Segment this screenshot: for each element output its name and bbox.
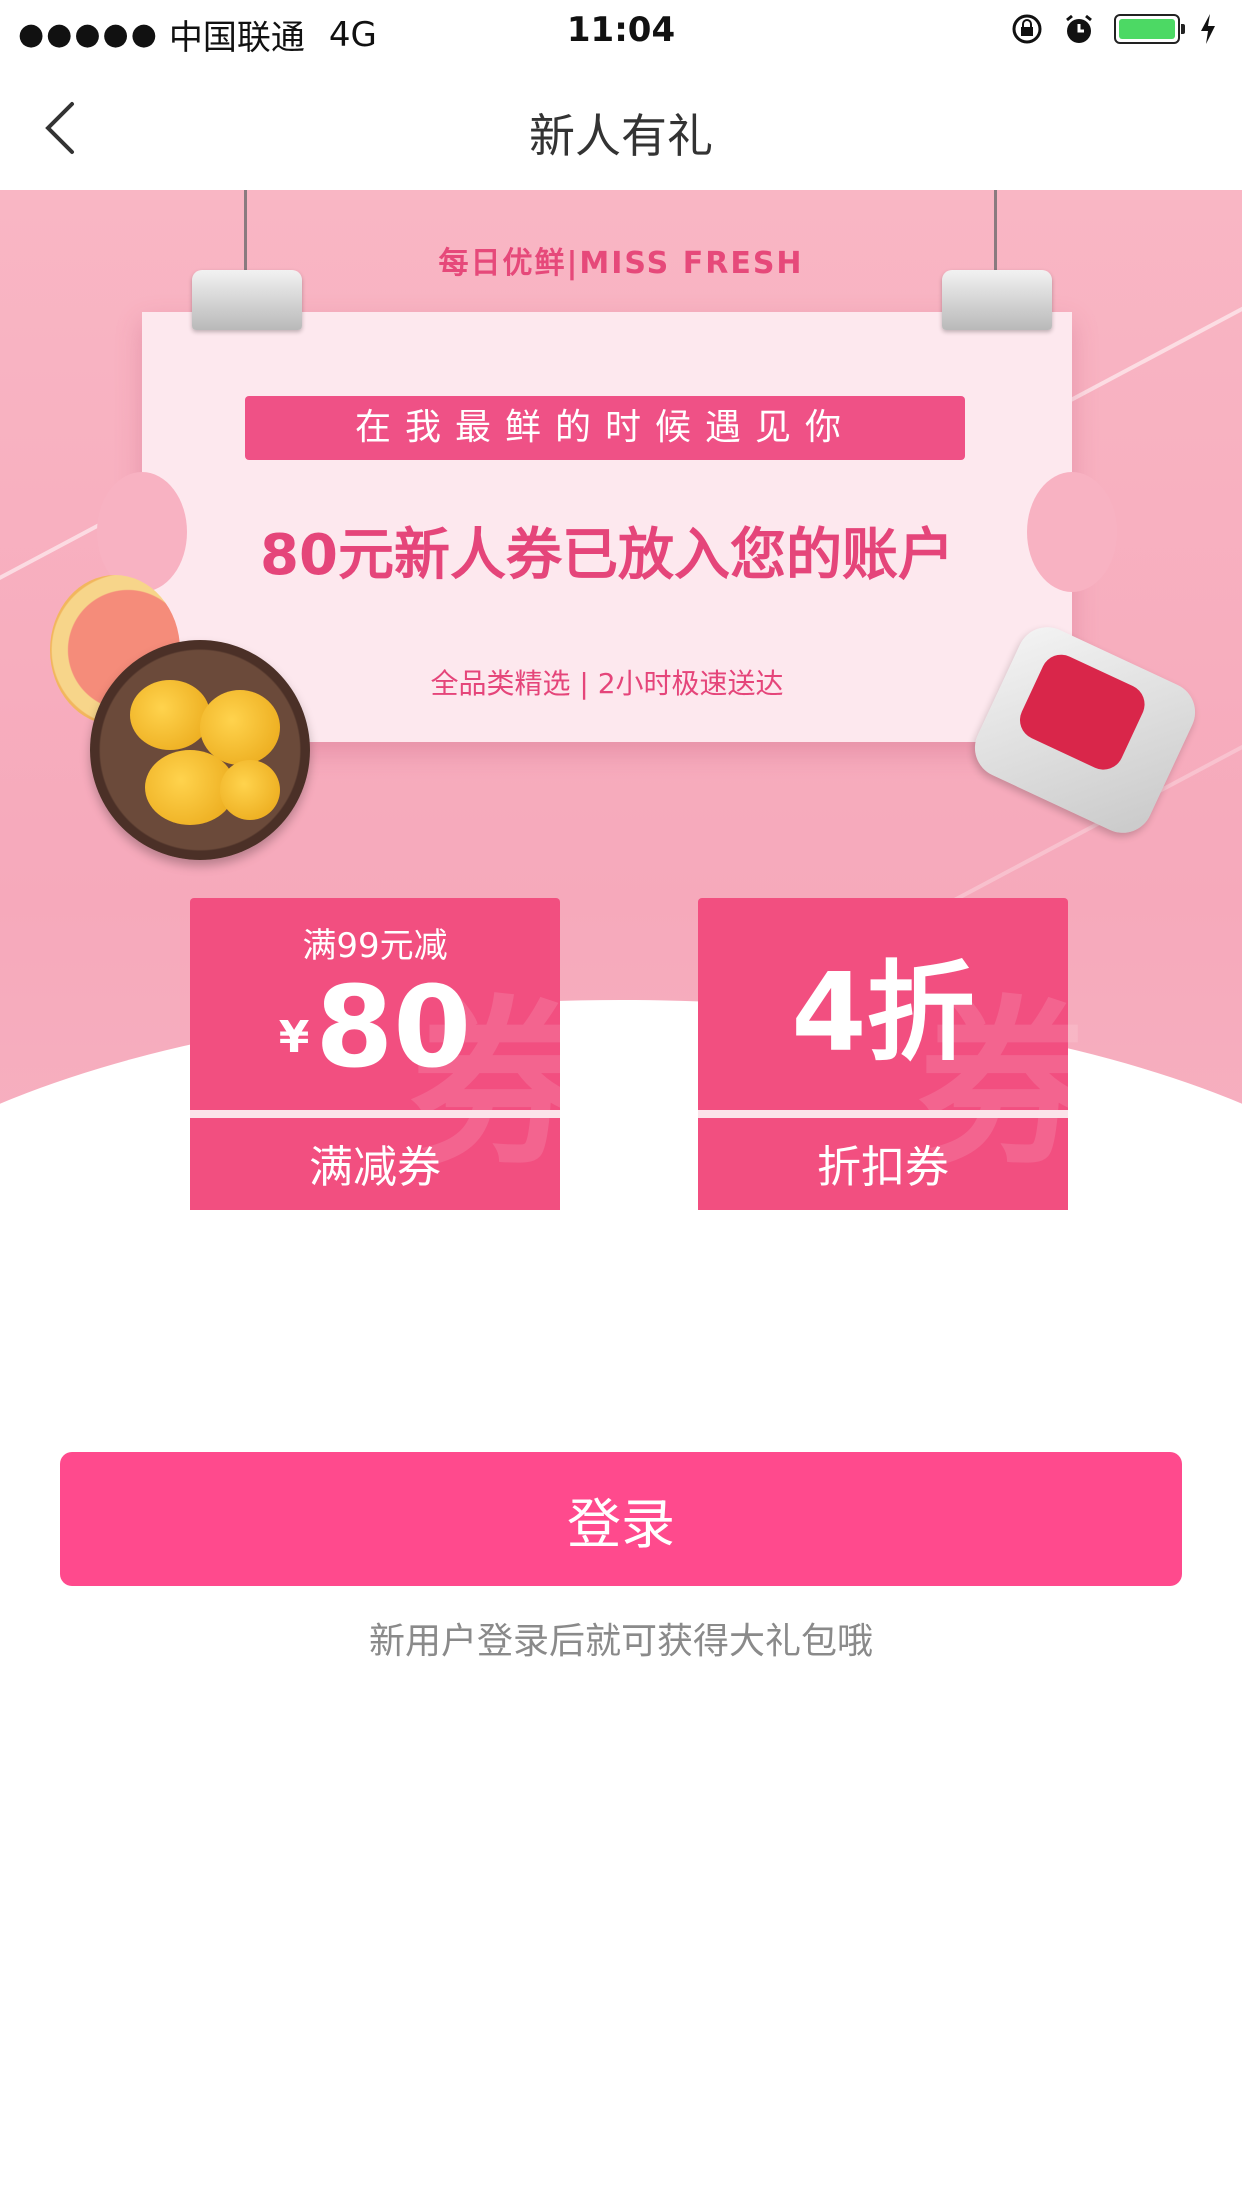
coupon-top: 券 满99元减 ¥80	[190, 898, 590, 1190]
orientation-lock-icon	[1012, 14, 1042, 44]
paper-clip-icon	[942, 270, 1052, 330]
coupon-type-label: 折扣券	[817, 1142, 949, 1193]
coupon-divider	[698, 1110, 1068, 1118]
coupon-condition: 满99元减	[302, 926, 448, 966]
battery-icon	[1114, 14, 1185, 44]
can-label	[1013, 648, 1152, 777]
promo-banner: 每日优鲜|MISS FRESH 在我最鲜的时候遇见你 80元新人券已放入您的账户…	[0, 190, 1242, 1210]
login-button[interactable]: 登录	[60, 1452, 1182, 1586]
login-hint: 新用户登录后就可获得大礼包哦	[368, 1621, 873, 1662]
currency-symbol: ¥	[278, 1012, 310, 1063]
coupon-discount-value: 4折	[791, 951, 975, 1076]
rate-coupon-card: 券 4折 折扣券	[698, 898, 1098, 1210]
charging-icon	[1201, 14, 1215, 44]
status-bar: ●●●●● 中国联通 4G 11:04	[0, 0, 1242, 62]
page-title: 新人有礼	[529, 109, 713, 163]
battery-fill	[1119, 19, 1175, 39]
mango-piece	[200, 690, 280, 765]
mango-piece	[220, 760, 280, 820]
alarm-icon	[1066, 14, 1092, 43]
coupon-amount-value: 80	[315, 963, 472, 1093]
discount-coupon-card: 券 满99元减 ¥80 满减券	[190, 898, 590, 1210]
coupon-headline: 80元新人券已放入您的账户	[260, 523, 954, 588]
mango-piece	[130, 680, 210, 750]
paper-clip-icon	[192, 270, 302, 330]
coupon-amount: ¥80	[190, 972, 560, 1084]
brand-logo: 每日优鲜|MISS FRESH	[438, 246, 804, 281]
coupon-type-label: 满减券	[309, 1142, 441, 1193]
coupon-divider	[190, 1110, 560, 1118]
status-right	[1010, 12, 1218, 46]
navigation-bar: 新人有礼	[0, 62, 1242, 191]
slogan-banner: 在我最鲜的时候遇见你	[245, 396, 965, 460]
coupon-top: 券 4折	[698, 898, 1098, 1191]
mango-plate-image	[90, 640, 310, 860]
